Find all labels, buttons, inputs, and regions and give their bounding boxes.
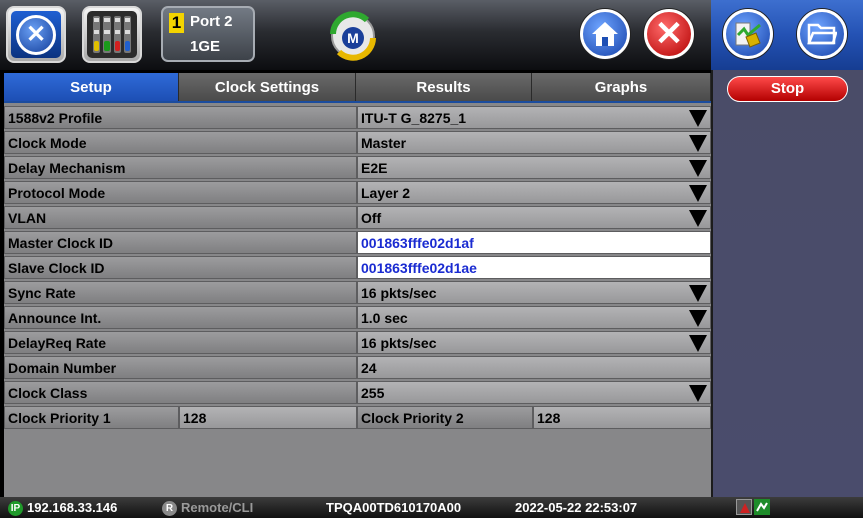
master-clock-id-label: Master Clock ID [4,231,357,254]
dropdown-arrow-icon [689,335,707,352]
dashboard-icon [735,22,761,48]
ip-address: 192.168.33.146 [27,500,118,515]
dropdown-arrow-icon [689,385,707,402]
close-button[interactable]: ✕ [644,9,694,59]
alarm-icon [736,499,752,515]
clock-priority-1-field[interactable]: 128 [179,406,357,429]
tools-icon: ✕ [11,11,61,58]
dropdown-arrow-icon [689,160,707,177]
master-clock-id-field[interactable]: 001863fffe02d1af [357,231,711,254]
sync-rate-dropdown[interactable]: 16 pkts/sec [357,281,711,304]
port-number-badge: 1 [169,13,184,33]
right-toolbar [711,0,863,70]
tab-setup[interactable]: Setup [4,73,179,101]
tab-bar: Setup Clock Settings Results Graphs [4,73,711,101]
port-selector-button[interactable]: 1 Port 2 1GE [161,6,255,62]
mode-letter: M [347,30,359,46]
clock-mode-dropdown[interactable]: Master [357,131,711,154]
setup-panel: 1588v2 Profile ITU-T G_8275_1 Clock Mode… [4,101,711,497]
dropdown-arrow-icon [689,185,707,202]
clock-priority-1-label: Clock Priority 1 [4,406,179,429]
home-button[interactable] [580,9,630,59]
status-bar: IP 192.168.33.146 R Remote/CLI TPQA00TD610… [0,497,863,518]
module-icon [87,11,137,58]
tab-results[interactable]: Results [356,73,532,101]
tools-button[interactable]: ✕ [6,6,66,63]
vlan-dropdown[interactable]: Off [357,206,711,229]
sync-rate-value: 16 pkts/sec [361,284,437,301]
clock-class-label: Clock Class [4,381,357,404]
close-icon: ✕ [654,15,684,53]
row-domain-number: Domain Number 24 [4,355,711,380]
clock-mode-label: Clock Mode [4,131,357,154]
profile-dropdown[interactable]: ITU-T G_8275_1 [357,106,711,129]
clock-mode-value: Master [361,134,407,151]
protocol-mode-value: Layer 2 [361,184,411,201]
slave-clock-id-field[interactable]: 001863fffe02d1ae [357,256,711,279]
dropdown-arrow-icon [689,210,707,227]
row-announce-int: Announce Int. 1.0 sec [4,305,711,330]
date-time: 2022-05-22 22:53:07 [515,500,638,515]
domain-number-label: Domain Number [4,356,357,379]
row-profile: 1588v2 Profile ITU-T G_8275_1 [4,105,711,130]
clock-class-value: 255 [361,384,385,401]
dropdown-arrow-icon [689,135,707,152]
remote-status: R Remote/CLI [162,500,254,517]
delayreq-rate-label: DelayReq Rate [4,331,357,354]
protocol-mode-dropdown[interactable]: Layer 2 [357,181,711,204]
action-panel: Stop [711,70,863,497]
folder-button[interactable] [797,9,847,59]
port-speed: 1GE [190,38,221,55]
home-icon [592,22,618,46]
row-clock-mode: Clock Mode Master [4,130,711,155]
ip-icon: IP [8,501,23,517]
profile-label: 1588v2 Profile [4,106,357,129]
delay-mechanism-dropdown[interactable]: E2E [357,156,711,179]
dropdown-arrow-icon [689,110,707,127]
mode-icon[interactable]: M [327,10,379,62]
port-label: Port 2 [190,13,233,30]
dashboard-button[interactable] [723,9,773,59]
module-button[interactable] [82,6,142,63]
row-master-clock-id: Master Clock ID 001863fffe02d1af [4,230,711,255]
row-sync-rate: Sync Rate 16 pkts/sec [4,280,711,305]
remote-icon: R [162,501,177,517]
dropdown-arrow-icon [689,310,707,327]
announce-int-label: Announce Int. [4,306,357,329]
ip-status: IP 192.168.33.146 [8,500,118,517]
clock-class-dropdown[interactable]: 255 [357,381,711,404]
stop-button[interactable]: Stop [727,76,848,102]
vlan-value: Off [361,209,382,226]
vlan-label: VLAN [4,206,357,229]
delayreq-rate-dropdown[interactable]: 16 pkts/sec [357,331,711,354]
delay-mechanism-value: E2E [361,159,388,176]
remote-label: Remote/CLI [181,500,254,515]
profile-value: ITU-T G_8275_1 [361,109,467,126]
announce-int-dropdown[interactable]: 1.0 sec [357,306,711,329]
row-clock-class: Clock Class 255 [4,380,711,405]
slave-clock-id-label: Slave Clock ID [4,256,357,279]
tab-graphs[interactable]: Graphs [532,73,711,101]
delay-mechanism-label: Delay Mechanism [4,156,357,179]
row-delay-mechanism: Delay Mechanism E2E [4,155,711,180]
row-clock-priority: Clock Priority 1 128 Clock Priority 2 12… [4,405,711,430]
row-protocol-mode: Protocol Mode Layer 2 [4,180,711,205]
row-slave-clock-id: Slave Clock ID 001863fffe02d1ae [4,255,711,280]
network-icon [754,499,770,515]
row-delayreq-rate: DelayReq Rate 16 pkts/sec [4,330,711,355]
folder-icon [807,23,837,45]
clock-priority-2-field[interactable]: 128 [533,406,711,429]
announce-int-value: 1.0 sec [361,309,408,326]
sync-rate-label: Sync Rate [4,281,357,304]
status-icons [736,499,770,515]
clock-priority-2-label: Clock Priority 2 [357,406,533,429]
dropdown-arrow-icon [689,285,707,302]
serial-number: TPQA00TD610170A00 [326,500,462,515]
domain-number-field[interactable]: 24 [357,356,711,379]
tab-clock-settings[interactable]: Clock Settings [179,73,356,101]
protocol-mode-label: Protocol Mode [4,181,357,204]
delayreq-rate-value: 16 pkts/sec [361,334,437,351]
row-vlan: VLAN Off [4,205,711,230]
